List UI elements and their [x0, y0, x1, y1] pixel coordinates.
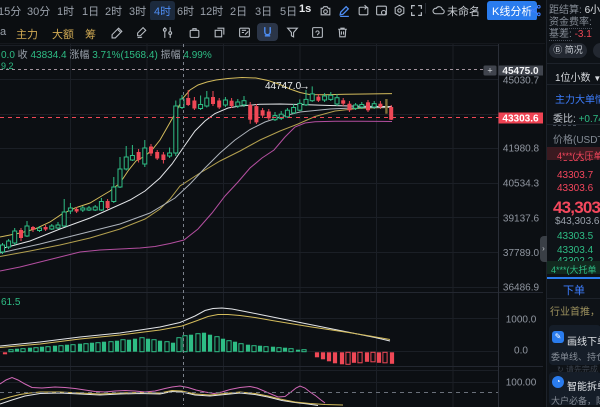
svg-text:9.2: 9.2	[1, 61, 14, 71]
svg-text:40534.3: 40534.3	[503, 179, 540, 190]
svg-text:41980.8: 41980.8	[503, 144, 540, 155]
svg-text:37789.0: 37789.0	[503, 248, 540, 259]
svg-text:44747.0: 44747.0	[265, 81, 302, 92]
svg-text:→: →	[299, 81, 310, 93]
svg-text:1000.0: 1000.0	[506, 315, 537, 326]
svg-text:39137.6: 39137.6	[503, 214, 540, 225]
svg-text:100.00: 100.00	[506, 378, 537, 389]
svg-text:0.0: 0.0	[514, 346, 528, 357]
svg-text:61.5: 61.5	[1, 297, 21, 308]
svg-text:45030.7: 45030.7	[503, 76, 540, 87]
svg-text:+: +	[487, 66, 492, 76]
svg-text:36486.9: 36486.9	[503, 283, 540, 294]
svg-text:43303.6: 43303.6	[502, 113, 539, 124]
svg-text:45475.0: 45475.0	[502, 66, 539, 77]
